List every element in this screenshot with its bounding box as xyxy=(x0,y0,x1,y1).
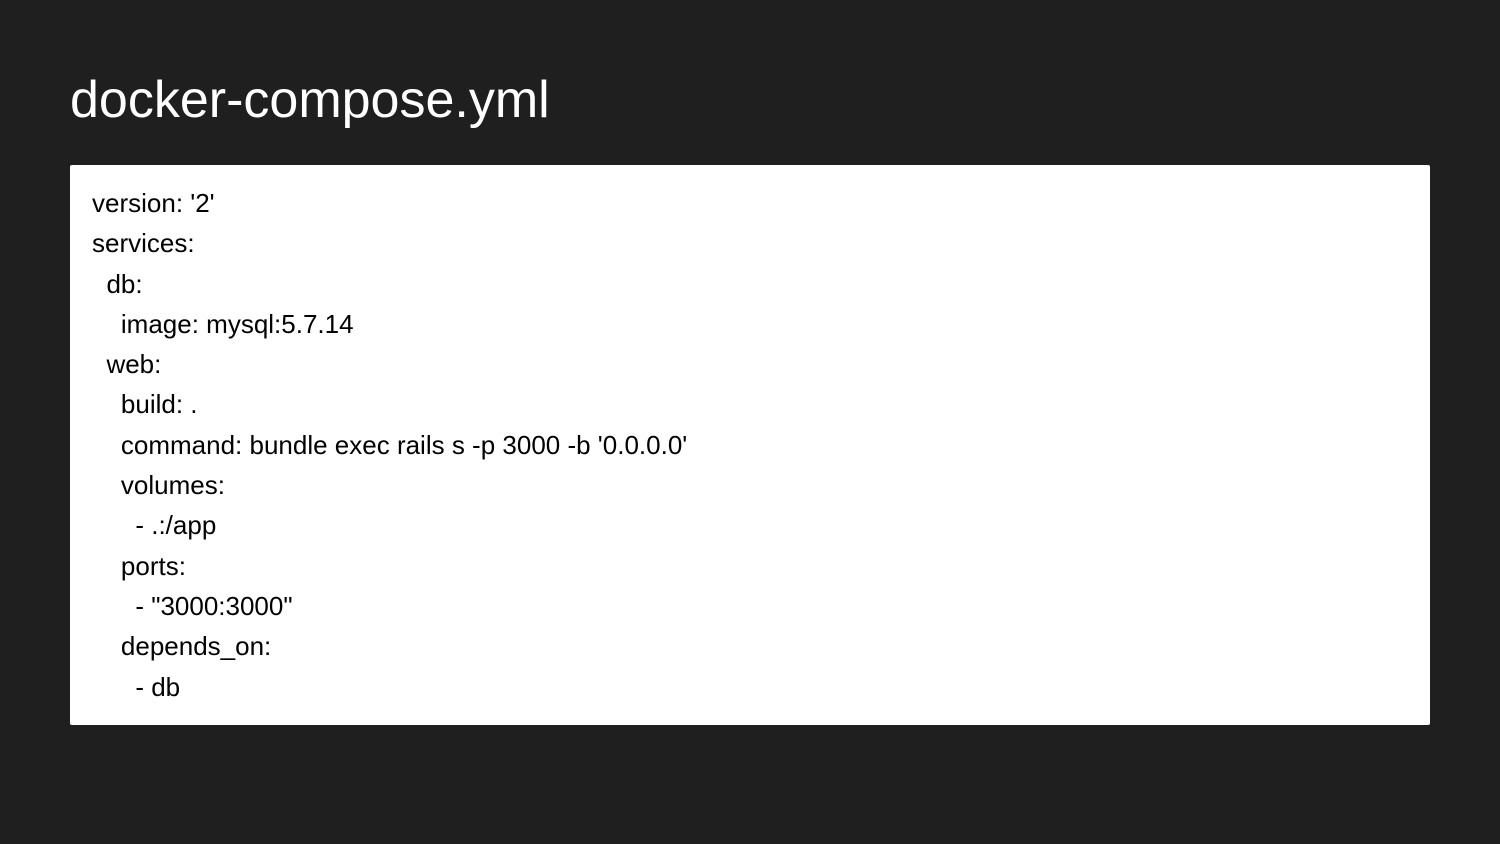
slide: docker-compose.yml version: '2' services… xyxy=(0,0,1500,844)
slide-title: docker-compose.yml xyxy=(70,70,1430,130)
code-block: version: '2' services: db: image: mysql:… xyxy=(70,165,1430,725)
